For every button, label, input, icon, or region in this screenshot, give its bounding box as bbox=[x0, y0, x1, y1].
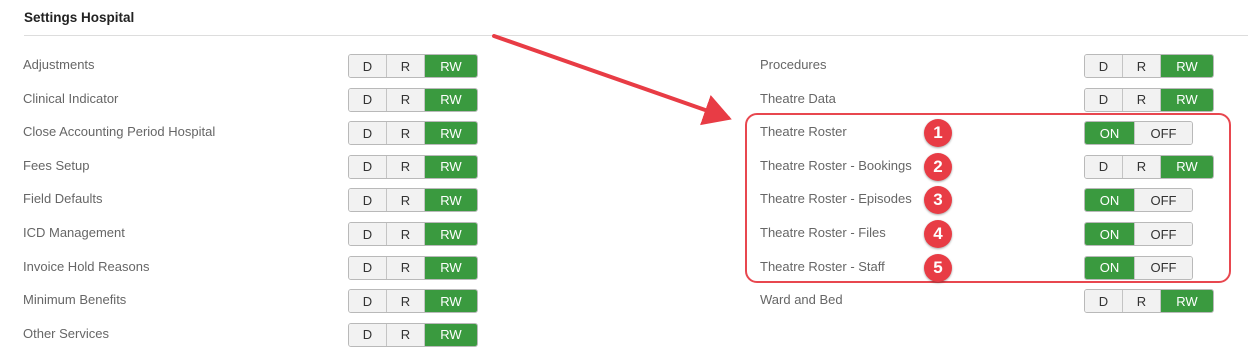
annotation-arrow-icon bbox=[492, 34, 732, 126]
annotation-number-badge: 4 bbox=[924, 220, 952, 248]
annotation-number-badge: 5 bbox=[924, 253, 952, 282]
annotation-number-badge: 1 bbox=[924, 119, 952, 148]
annotation-number-badge: 2 bbox=[924, 152, 952, 181]
